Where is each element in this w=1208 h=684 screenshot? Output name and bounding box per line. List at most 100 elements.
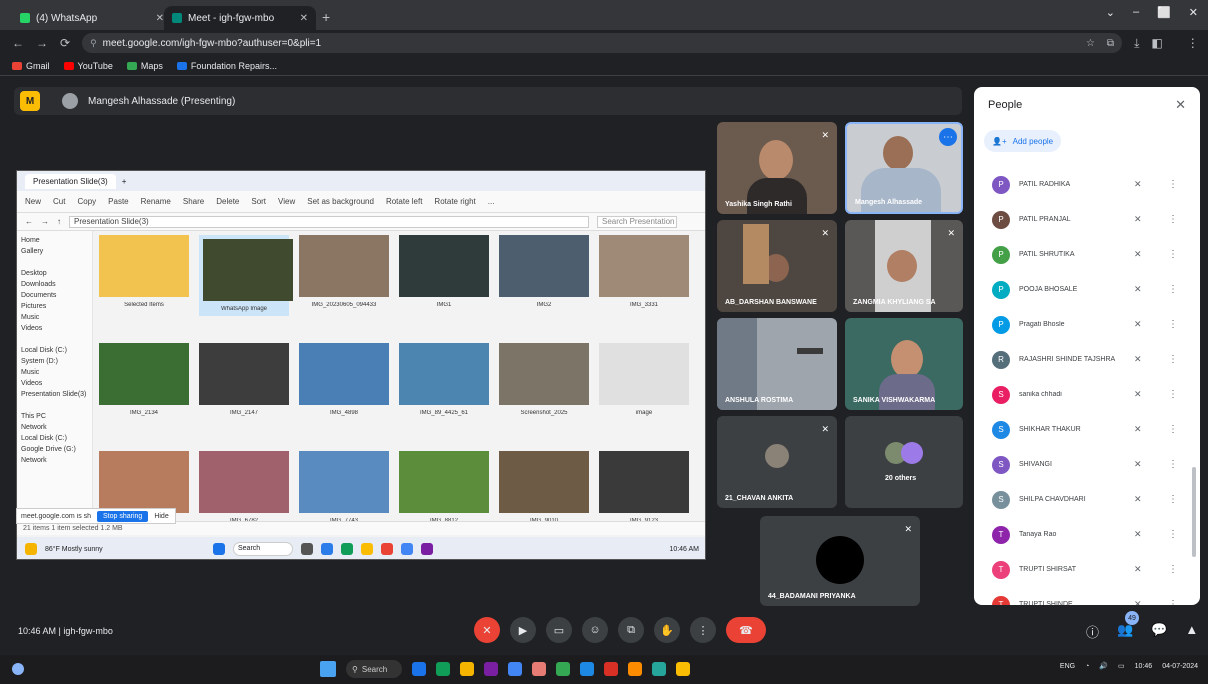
more-options-icon[interactable]: ⋮: [1168, 284, 1178, 295]
activities-icon[interactable]: ▲: [1185, 622, 1198, 641]
tray-time[interactable]: 10:46: [1135, 663, 1153, 670]
toolbar-share[interactable]: Share: [183, 197, 204, 206]
participant-row[interactable]: S SHILPA CHAVDHARI ✕ ⋮: [974, 482, 1200, 517]
muted-mic-icon[interactable]: ✕: [1134, 214, 1142, 225]
participant-tile[interactable]: ✕ Yashika Singh Rathi: [717, 122, 837, 214]
participant-tile[interactable]: ✕ AB_DARSHAN BANSWANE: [717, 220, 837, 312]
file-thumbnail[interactable]: IMG_89_4425_61: [399, 343, 489, 416]
more-options-icon[interactable]: ⋮: [1168, 214, 1178, 225]
muted-mic-icon[interactable]: ✕: [1134, 459, 1142, 470]
toolbar-new[interactable]: New: [25, 197, 41, 206]
hide-button[interactable]: Hide: [154, 513, 168, 520]
minimize-icon[interactable]: –: [1133, 6, 1139, 19]
volume-icon[interactable]: 🔊: [1099, 662, 1108, 670]
toolbar-rotate-left[interactable]: Rotate left: [386, 197, 422, 206]
more-options-icon[interactable]: ⋮: [1168, 529, 1178, 540]
maximize-icon[interactable]: ⬜: [1157, 6, 1171, 19]
explorer-icon[interactable]: [460, 662, 474, 676]
more-options-icon[interactable]: ⋮: [1168, 494, 1178, 505]
app-icon[interactable]: [361, 543, 373, 555]
explorer-sidebar-item[interactable]: Gallery: [21, 246, 88, 257]
explorer-sidebar-item[interactable]: Local Disk (C:): [21, 345, 88, 356]
present-button[interactable]: ⧉: [618, 617, 644, 643]
toolbar-set-background[interactable]: Set as background: [307, 197, 374, 206]
participant-row[interactable]: S SHIVANGI ✕ ⋮: [974, 447, 1200, 482]
toolbar-sort[interactable]: Sort: [251, 197, 266, 206]
reload-icon[interactable]: ⟳: [60, 36, 70, 50]
participant-row[interactable]: P PATIL RADHIKA ✕ ⋮: [974, 167, 1200, 202]
site-info-icon[interactable]: ⚲: [90, 38, 97, 49]
participant-tile[interactable]: ✕ 44_BADAMANI PRIYANKA: [760, 516, 920, 606]
muted-mic-icon[interactable]: ✕: [1134, 284, 1142, 295]
more-options-icon[interactable]: ⋮: [1168, 389, 1178, 400]
more-options-icon[interactable]: ⋮: [1168, 354, 1178, 365]
file-thumbnail[interactable]: IMG_2134: [99, 343, 189, 416]
file-thumbnail[interactable]: Selected Items: [99, 235, 189, 308]
meeting-details-icon[interactable]: ⓘ: [1086, 622, 1099, 641]
participant-tile[interactable]: SANIKA VISHWAKARMA: [845, 318, 963, 410]
explorer-sidebar-item[interactable]: System (D:): [21, 356, 88, 367]
participant-row[interactable]: P PATIL SHRUTIKA ✕ ⋮: [974, 237, 1200, 272]
explorer-sidebar-item[interactable]: Music: [21, 367, 88, 378]
more-options-icon[interactable]: ⋮: [1168, 459, 1178, 470]
participant-row[interactable]: T TRUPTI SHINDE ✕ ⋮: [974, 587, 1200, 605]
people-scrollbar[interactable]: [1192, 467, 1196, 557]
explorer-sidebar-item[interactable]: Google Drive (G:): [21, 444, 88, 455]
explorer-sidebar-item[interactable]: This PC: [21, 411, 88, 422]
file-thumbnail[interactable]: IMG_2147: [199, 343, 289, 416]
muted-mic-icon[interactable]: ✕: [1134, 179, 1142, 190]
back-icon[interactable]: ←: [12, 36, 24, 50]
task-view-icon[interactable]: [412, 662, 426, 676]
toolbar-copy[interactable]: Copy: [77, 197, 96, 206]
up-icon[interactable]: ↑: [57, 217, 61, 226]
end-call-button[interactable]: ☎: [726, 617, 766, 643]
others-tile[interactable]: 20 others: [845, 416, 963, 508]
chat-icon[interactable]: 💬: [1151, 622, 1167, 641]
toolbar-more[interactable]: ...: [488, 197, 495, 206]
explorer-tab[interactable]: Presentation Slide(3): [25, 173, 116, 189]
bookmark-foundation[interactable]: Foundation Repairs...: [176, 61, 277, 71]
explorer-sidebar-item[interactable]: Downloads: [21, 279, 88, 290]
more-options-icon[interactable]: ⋯: [939, 128, 957, 146]
bookmark-maps[interactable]: Maps: [126, 61, 163, 71]
sidepanel-icon[interactable]: ◧: [1151, 36, 1162, 50]
app-icon[interactable]: [381, 543, 393, 555]
file-thumbnail[interactable]: IMG_8812: [399, 451, 489, 524]
participant-row[interactable]: T Tanaya Rao ✕ ⋮: [974, 517, 1200, 552]
toolbar-rotate-right[interactable]: Rotate right: [434, 197, 475, 206]
app-icon[interactable]: [401, 543, 413, 555]
stop-sharing-button[interactable]: Stop sharing: [97, 510, 149, 522]
mic-button[interactable]: ✕: [474, 617, 500, 643]
wifi-icon[interactable]: ◔: [1085, 663, 1089, 670]
taskbar-search-field[interactable]: Search: [233, 542, 293, 556]
explorer-sidebar-item[interactable]: Network: [21, 422, 88, 433]
app-icon[interactable]: [508, 662, 522, 676]
close-icon[interactable]: ✕: [1175, 97, 1186, 113]
explorer-sidebar-item[interactable]: Home: [21, 235, 88, 246]
widgets-icon[interactable]: [12, 663, 24, 675]
toolbar-view[interactable]: View: [278, 197, 295, 206]
menu-icon[interactable]: ⋮: [1187, 36, 1199, 50]
explorer-sidebar-item[interactable]: Videos: [21, 323, 88, 334]
explorer-sidebar-item[interactable]: Videos: [21, 378, 88, 389]
more-options-icon[interactable]: ⋮: [1168, 564, 1178, 575]
muted-mic-icon[interactable]: ✕: [1134, 389, 1142, 400]
participant-tile[interactable]: ✕ ZANGMIA KHYLIANG SA: [845, 220, 963, 312]
app-icon[interactable]: [421, 543, 433, 555]
file-thumbnail[interactable]: IMG_3331: [599, 235, 689, 308]
explorer-sidebar-item[interactable]: Network: [21, 455, 88, 466]
battery-icon[interactable]: ▭: [1118, 662, 1125, 670]
emoji-button[interactable]: ☺: [582, 617, 608, 643]
bookmark-gmail[interactable]: Gmail: [12, 61, 50, 71]
captions-button[interactable]: ▭: [546, 617, 572, 643]
bookmark-youtube[interactable]: YouTube: [63, 61, 113, 71]
forward-icon[interactable]: →: [36, 36, 48, 50]
participant-row[interactable]: R RAJASHRI SHINDE TAJSHRA ✕ ⋮: [974, 342, 1200, 377]
file-thumbnail[interactable]: IMG_9123: [599, 451, 689, 524]
close-tab-icon[interactable]: ✕: [300, 13, 308, 24]
participant-row[interactable]: Ssanika chhadi ✕ ⋮: [974, 377, 1200, 412]
muted-mic-icon[interactable]: ✕: [1134, 249, 1142, 260]
file-thumbnail[interactable]: IMG_6782: [199, 451, 289, 524]
tab-meet[interactable]: Meet - igh-fgw-mbo ✕: [164, 6, 316, 30]
file-thumbnail[interactable]: Screenshot_2025: [499, 343, 589, 416]
